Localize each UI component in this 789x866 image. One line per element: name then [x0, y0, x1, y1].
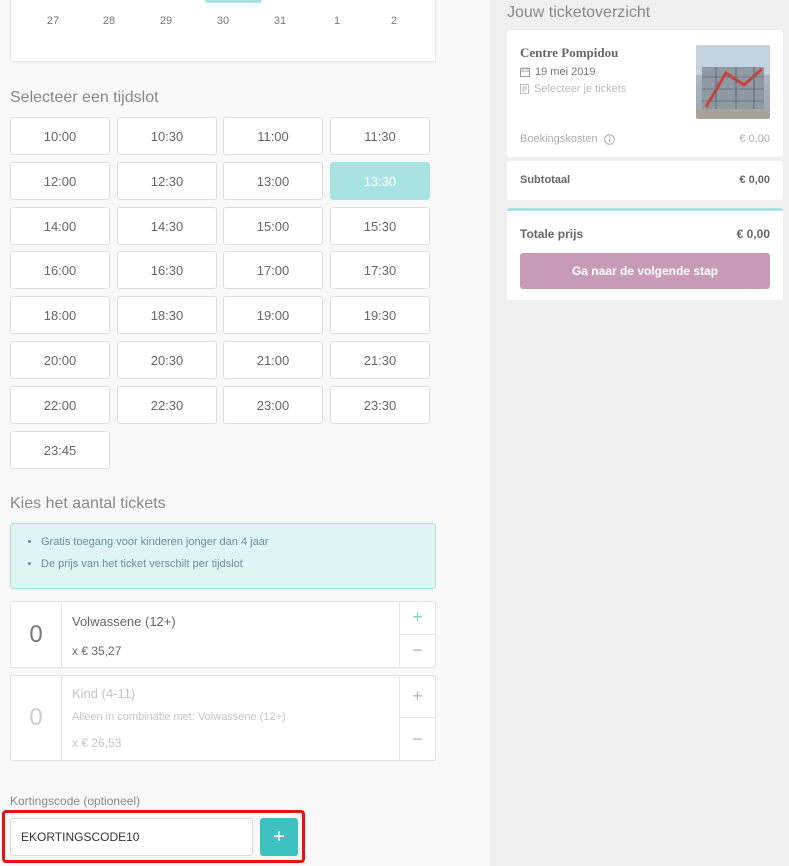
calendar-day[interactable]: 29	[151, 15, 181, 27]
timeslot-button[interactable]: 10:00	[10, 117, 110, 155]
timeslot-button[interactable]: 23:00	[223, 386, 323, 424]
timeslot-button[interactable]: 11:00	[223, 117, 323, 155]
date-line: 19 mei 2019	[520, 66, 596, 78]
booking-fee-label: Boekingskosten	[520, 133, 598, 145]
timeslot-button[interactable]: 14:30	[117, 207, 217, 245]
calendar: 27 28 29 30 31 1 2	[10, 0, 436, 62]
ticket-note: Alleen in combinatie met: Volwassene (12…	[72, 711, 286, 723]
timeslot-button[interactable]: 20:00	[10, 341, 110, 379]
info-item: De prijs van het ticket verschilt per ti…	[41, 558, 419, 570]
tickets-heading: Kies het aantal tickets	[10, 495, 166, 512]
quantity-stepper: + −	[399, 676, 435, 760]
timeslot-button[interactable]: 13:30	[330, 162, 430, 200]
timeslot-button[interactable]: 15:30	[330, 207, 430, 245]
timeslot-button[interactable]: 15:00	[223, 207, 323, 245]
calendar-selected-day-highlight	[205, 0, 262, 3]
timeslot-button[interactable]: 17:00	[223, 251, 323, 289]
quantity-stepper: + −	[399, 602, 435, 667]
timeslot-button[interactable]: 11:30	[330, 117, 430, 155]
timeslot-button[interactable]: 16:00	[10, 251, 110, 289]
calendar-icon	[520, 67, 530, 77]
info-icon[interactable]	[603, 133, 615, 145]
ticket-info-box: Gratis toegang voor kinderen jonger dan …	[10, 523, 436, 589]
overview-card: Centre Pompidou 19 mei 2019 Selecteer je…	[507, 30, 783, 157]
decrement-button[interactable]: −	[400, 635, 435, 668]
timeslot-button[interactable]: 16:30	[117, 251, 217, 289]
overview-title: Jouw ticketoverzicht	[507, 4, 651, 21]
venue-thumbnail	[696, 45, 770, 119]
total-row: Totale prijs € 0,00	[520, 227, 770, 241]
subtotal-value: € 0,00	[739, 174, 770, 186]
tickets-hint-line: Selecteer je tickets	[520, 83, 626, 95]
ticket-name: Kind (4-11)	[72, 686, 136, 701]
timeslot-button[interactable]: 13:00	[223, 162, 323, 200]
timeslot-heading: Selecteer een tijdslot	[10, 89, 159, 106]
ticket-name: Volwassene (12+)	[72, 614, 176, 629]
calendar-day[interactable]: 2	[379, 15, 409, 27]
timeslot-button[interactable]: 22:30	[117, 386, 217, 424]
total-label: Totale prijs	[520, 227, 584, 241]
visit-date: 19 mei 2019	[535, 66, 596, 78]
subtotal-row: Subtotaal € 0,00	[520, 174, 770, 186]
timeslot-button[interactable]: 12:00	[10, 162, 110, 200]
timeslot-button[interactable]: 14:00	[10, 207, 110, 245]
timeslot-button[interactable]: 20:30	[117, 341, 217, 379]
next-step-button[interactable]: Ga naar de volgende stap	[520, 253, 770, 289]
calendar-day[interactable]: 27	[38, 15, 68, 27]
booking-fee-row: Boekingskosten € 0,00	[520, 133, 770, 145]
total-value: € 0,00	[736, 227, 770, 241]
ticket-price: x € 26,53	[72, 736, 122, 750]
ticket-price: x € 35,27	[72, 644, 122, 658]
timeslot-button[interactable]: 21:00	[223, 341, 323, 379]
venue-image-icon	[696, 45, 770, 119]
apply-discount-button[interactable]: +	[260, 818, 298, 856]
timeslot-button[interactable]: 23:30	[330, 386, 430, 424]
info-item: Gratis toegang voor kinderen jonger dan …	[41, 536, 419, 548]
calendar-day[interactable]: 31	[265, 15, 295, 27]
subtotal-label: Subtotaal	[520, 174, 571, 186]
timeslot-button[interactable]: 18:00	[10, 296, 110, 334]
discount-label: Kortingscode (optioneel)	[10, 794, 141, 808]
ticket-count: 0	[11, 602, 62, 667]
timeslot-button[interactable]: 22:00	[10, 386, 110, 424]
tickets-hint: Selecteer je tickets	[534, 83, 627, 95]
discount-code-input[interactable]	[10, 818, 253, 856]
timeslot-button[interactable]: 21:30	[330, 341, 430, 379]
ticket-adult: 0 Volwassene (12+) x € 35,27 + −	[10, 601, 436, 668]
document-icon	[520, 84, 529, 94]
timeslot-button[interactable]: 17:30	[330, 251, 430, 289]
timeslot-button[interactable]: 10:30	[117, 117, 217, 155]
ticket-child: 0 Kind (4-11) Alleen in combinatie met: …	[10, 675, 436, 761]
increment-button[interactable]: +	[400, 676, 435, 718]
timeslot-button[interactable]: 23:45	[10, 431, 110, 469]
ticket-count: 0	[11, 676, 62, 760]
booking-fee-value: € 0,00	[739, 133, 770, 145]
booking-panel: 27 28 29 30 31 1 2 Selecteer een tijdslo…	[0, 0, 490, 866]
timeslot-button[interactable]: 19:30	[330, 296, 430, 334]
timeslot-button[interactable]: 18:30	[117, 296, 217, 334]
calendar-day[interactable]: 1	[322, 15, 352, 27]
calendar-day[interactable]: 30	[208, 15, 238, 27]
increment-button[interactable]: +	[400, 602, 435, 635]
timeslot-button[interactable]: 19:00	[223, 296, 323, 334]
calendar-day[interactable]: 28	[94, 15, 124, 27]
total-card: Totale prijs € 0,00 Ga naar de volgende …	[507, 208, 783, 300]
subtotal-card: Subtotaal € 0,00	[507, 161, 783, 200]
venue-name: Centre Pompidou	[520, 45, 619, 60]
timeslot-button[interactable]: 12:30	[117, 162, 217, 200]
decrement-button[interactable]: −	[400, 718, 435, 760]
